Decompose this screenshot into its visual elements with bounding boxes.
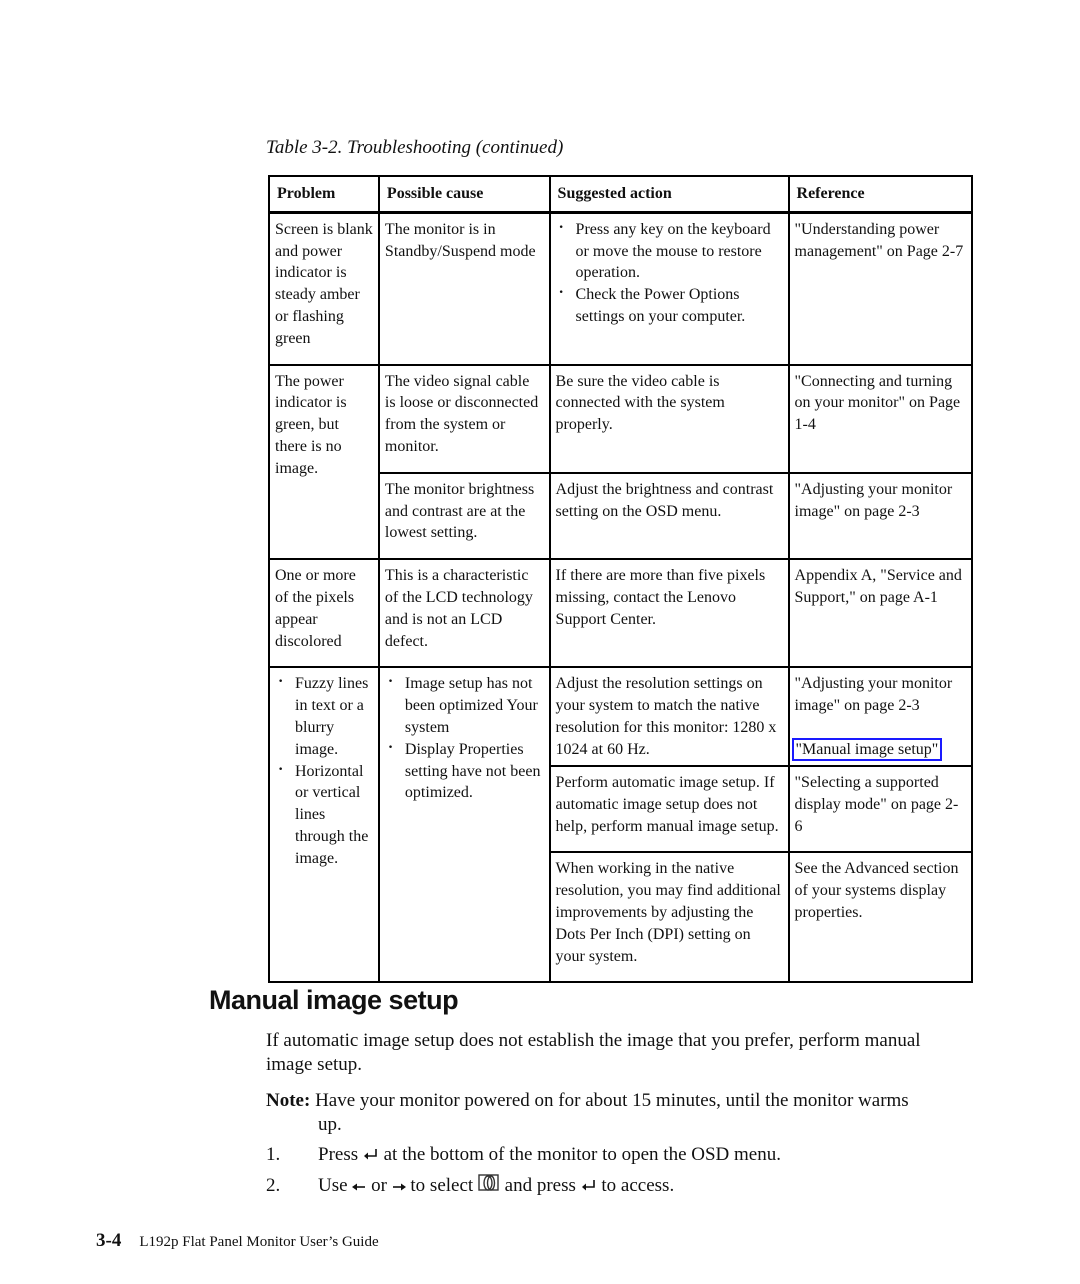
reference-cell: "Adjusting your monitor image" on page 2…: [787, 666, 974, 767]
problem-bullet: Horizontal or vertical lines through the…: [275, 759, 373, 870]
document-title: L192p Flat Panel Monitor User’s Guide: [139, 1234, 379, 1250]
table-header-row: Problem Possible cause Suggested action …: [268, 174, 974, 214]
note-paragraph: Note: Have your monitor powered on for a…: [266, 1089, 966, 1137]
problem-bullet: Fuzzy lines in text or a blurry image.: [275, 671, 373, 760]
header-possible-cause: Possible cause: [377, 174, 551, 214]
step-text: to select: [410, 1174, 478, 1196]
header-reference: Reference: [787, 174, 974, 214]
action-cell: Adjust the resolution settings on your s…: [548, 666, 790, 767]
enter-icon: [581, 1175, 597, 1199]
problem-cell: The power indicator is green, but there …: [268, 363, 380, 561]
problem-cell: Screen is blank and power indicator is s…: [268, 211, 380, 366]
step-text: Press: [318, 1144, 363, 1165]
cause-cell: Image setup has not been optimized Your …: [377, 666, 551, 984]
note-text-continued: up.: [318, 1114, 342, 1135]
left-arrow-icon: [352, 1175, 366, 1199]
step-1: 1. Press at the bottom of the monitor to …: [266, 1143, 781, 1168]
page-number: 3-4: [96, 1230, 122, 1251]
table-row: The power indicator is green, but there …: [268, 363, 974, 561]
troubleshooting-table: Problem Possible cause Suggested action …: [268, 174, 974, 984]
cause-bullet: Image setup has not been optimized Your …: [385, 671, 544, 738]
step-text: Use: [318, 1174, 353, 1196]
reference-text: "Adjusting your monitor image" on page 2…: [794, 675, 953, 715]
note-label: Note:: [266, 1090, 311, 1111]
enter-icon: [363, 1144, 379, 1168]
reference-cell: See the Advanced section of your systems…: [787, 851, 974, 984]
action-cell: Perform automatic image setup. If automa…: [548, 764, 790, 854]
cause-cell: This is a characteristic of the LCD tech…: [377, 558, 551, 669]
table-caption: Table 3-2. Troubleshooting (continued): [266, 137, 564, 158]
step-2: 2. Use or to select and press to access.: [266, 1173, 674, 1200]
cause-cell: The video signal cable is loose or disco…: [377, 363, 551, 474]
right-arrow-icon: [392, 1175, 406, 1199]
step-number: 1.: [266, 1144, 281, 1165]
header-suggested-action: Suggested action: [548, 174, 790, 214]
table-row: Screen is blank and power indicator is s…: [268, 211, 974, 366]
intro-paragraph: If automatic image setup does not establ…: [266, 1030, 921, 1075]
action-cell: When working in the native resolution, y…: [548, 851, 790, 984]
header-problem: Problem: [268, 174, 380, 214]
reference-cell: "Understanding power management" on Page…: [787, 211, 974, 366]
action-cell: Adjust the brightness and contrast setti…: [548, 471, 790, 561]
image-setup-icon: [478, 1173, 500, 1200]
note-text: Have your monitor powered on for about 1…: [310, 1090, 909, 1111]
action-cell: Be sure the video cable is connected wit…: [548, 363, 790, 474]
problem-cell: Fuzzy lines in text or a blurry image. H…: [268, 666, 380, 984]
step-text: and press: [504, 1174, 581, 1196]
action-cell: Press any key on the keyboard or move th…: [548, 211, 790, 366]
table-row: One or more of the pixels appear discolo…: [268, 558, 974, 669]
reference-cell: "Selecting a supported display mode" on …: [787, 764, 974, 854]
action-bullet: Press any key on the keyboard or move th…: [556, 217, 783, 284]
table-row: Fuzzy lines in text or a blurry image. H…: [268, 666, 974, 984]
cause-cell: The monitor is in Standby/Suspend mode: [377, 211, 551, 366]
reference-cell: Appendix A, "Service and Support," on pa…: [787, 558, 974, 669]
action-bullet: Check the Power Options settings on your…: [556, 282, 783, 328]
action-cell: If there are more than five pixels missi…: [548, 558, 790, 669]
reference-cell: "Adjusting your monitor image" on page 2…: [787, 471, 974, 561]
cause-cell: The monitor brightness and contrast are …: [377, 471, 551, 561]
manual-image-setup-link[interactable]: "Manual image setup": [791, 737, 943, 761]
cause-bullet: Display Properties setting have not been…: [385, 737, 544, 804]
page-footer: 3-4 L192p Flat Panel Monitor User’s Guide: [96, 1230, 379, 1252]
step-text: to access.: [601, 1174, 675, 1196]
step-number: 2.: [266, 1174, 281, 1196]
reference-cell: "Connecting and turning on your monitor"…: [787, 363, 974, 474]
step-text: at the bottom of the monitor to open the…: [383, 1144, 781, 1165]
problem-cell: One or more of the pixels appear discolo…: [268, 558, 380, 669]
step-text: or: [371, 1174, 392, 1196]
section-heading: Manual image setup: [209, 985, 459, 1015]
